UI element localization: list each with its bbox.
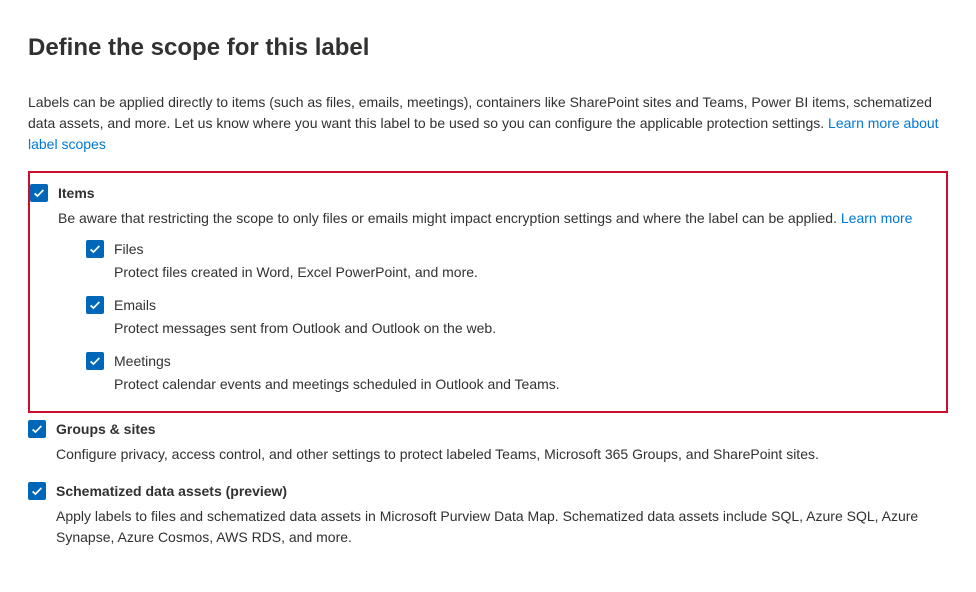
items-sub-list: Files Protect files created in Word, Exc… [86,239,938,395]
checkmark-icon [88,354,102,368]
scope-groups-label: Groups & sites [56,419,948,440]
scope-items-desc: Be aware that restricting the scope to o… [58,208,938,229]
sub-files-desc: Protect files created in Word, Excel Pow… [114,262,938,283]
intro-text: Labels can be applied directly to items … [28,92,948,155]
sub-emails-desc: Protect messages sent from Outlook and O… [114,318,938,339]
sub-meetings-content: Meetings Protect calendar events and mee… [114,351,938,395]
checkbox-meetings[interactable] [86,352,104,370]
scope-schematized-content: Schematized data assets (preview) Apply … [56,481,948,558]
sub-item-files: Files Protect files created in Word, Exc… [86,239,938,283]
sub-meetings-label: Meetings [114,351,938,372]
checkbox-files[interactable] [86,240,104,258]
checkbox-items[interactable] [30,184,48,202]
scope-schematized-label: Schematized data assets (preview) [56,481,948,502]
checkbox-emails[interactable] [86,296,104,314]
sub-emails-label: Emails [114,295,938,316]
scope-schematized-desc: Apply labels to files and schematized da… [56,506,936,548]
checkmark-icon [30,484,44,498]
scope-items-label: Items [58,183,938,204]
sub-emails-content: Emails Protect messages sent from Outloo… [114,295,938,339]
checkmark-icon [88,298,102,312]
checkmark-icon [88,242,102,256]
checkbox-schematized[interactable] [28,482,46,500]
scope-groups-row: Groups & sites Configure privacy, access… [28,419,948,475]
sub-item-meetings: Meetings Protect calendar events and mee… [86,351,938,395]
scope-items-desc-text: Be aware that restricting the scope to o… [58,210,841,226]
scope-items-content: Items Be aware that restricting the scop… [58,183,938,397]
intro-text-body: Labels can be applied directly to items … [28,94,932,131]
sub-files-content: Files Protect files created in Word, Exc… [114,239,938,283]
sub-meetings-desc: Protect calendar events and meetings sch… [114,374,938,395]
scope-schematized-row: Schematized data assets (preview) Apply … [28,481,948,558]
checkmark-icon [30,422,44,436]
sub-item-emails: Emails Protect messages sent from Outloo… [86,295,938,339]
sub-files-label: Files [114,239,938,260]
page-title: Define the scope for this label [28,30,948,66]
checkmark-icon [32,186,46,200]
checkbox-groups[interactable] [28,420,46,438]
learn-more-items-link[interactable]: Learn more [841,210,913,226]
scope-groups-content: Groups & sites Configure privacy, access… [56,419,948,475]
scope-items-row: Items Be aware that restricting the scop… [30,183,938,397]
items-highlight-box: Items Be aware that restricting the scop… [28,171,948,413]
scope-groups-desc: Configure privacy, access control, and o… [56,444,936,465]
